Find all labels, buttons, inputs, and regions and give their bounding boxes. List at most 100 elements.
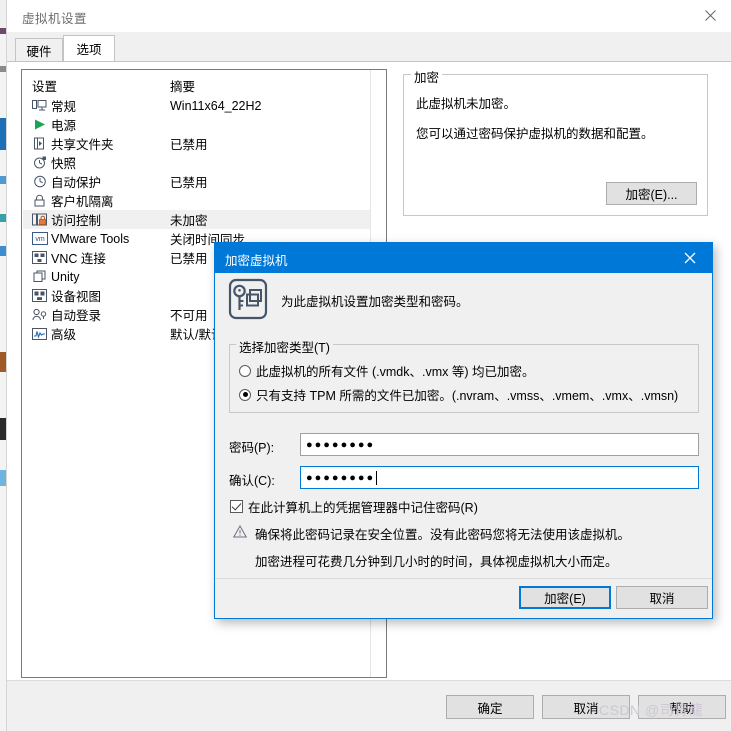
encryption-group-box: 加密 此虚拟机未加密。 您可以通过密码保护虚拟机的数据和配置。 加密(E)... [403,67,708,216]
settings-row-label: VMware Tools [51,231,130,246]
encrypt-button[interactable]: 加密(E)... [606,182,697,205]
radio-option-all-files[interactable]: 此虚拟机的所有文件 (.vmdk、.vmx 等) 均已加密。 [239,361,534,380]
warning-text-line1: 确保将此密码记录在安全位置。没有此密码您将无法使用该虚拟机。 [255,528,631,542]
tab-options[interactable]: 选项 [63,35,115,62]
key-vm-glyph [228,278,268,320]
settings-row-7[interactable]: 访问控制 未加密 [23,210,385,229]
cancel-button-label: 取消 [573,701,599,716]
settings-row-summary: 已禁用 [170,252,208,266]
confirm-label: 确认(C): [229,474,275,488]
settings-row-label: 自动保护 [51,176,102,190]
dialog-titlebar: 加密虚拟机 [215,243,712,273]
encrypt-vm-dialog: 加密虚拟机 为此虚拟机设置加密类型和密码。 选择加密类型(T) 此虚拟机的所有文… [214,242,713,619]
vnc-icon [31,250,48,265]
window-title: 虚拟机设置 [22,12,88,26]
radio-option-tpm-only-label: 只有支持 TPM 所需的文件已加密。(.nvram、.vmss、.vmem、.v… [256,389,679,403]
dialog-encrypt-button-label: 加密(E) [544,592,586,606]
tab-hardware-label: 硬件 [26,44,52,59]
settings-row-label: 快照 [51,157,77,171]
warning-triangle-icon [232,524,248,538]
dialog-cancel-button[interactable]: 取消 [616,586,708,609]
confirm-password-input[interactable]: ●●●●●●●● [300,466,699,489]
text-caret [376,470,378,485]
radio-icon [239,388,251,401]
dialog-cancel-button-label: 取消 [649,592,675,606]
dialog-title: 加密虚拟机 [225,254,288,268]
password-input[interactable]: ●●●●●●●● [300,433,699,456]
column-header-setting: 设置 [32,80,58,94]
encryption-status-text: 此虚拟机未加密。 [416,97,517,111]
encryption-group-legend: 加密 [411,67,443,86]
help-button[interactable]: 帮助 [638,695,726,719]
settings-row-summary: Win11x64_22H2 [170,98,262,113]
ok-button[interactable]: 确定 [446,695,534,719]
help-button-label: 帮助 [669,701,695,716]
shared-folder-icon [31,136,48,151]
settings-row-label: Unity [51,269,80,284]
dialog-header: 为此虚拟机设置加密类型和密码。 [215,273,712,328]
settings-row-6[interactable]: 客户机隔离 [23,191,385,210]
radio-icon [239,364,251,377]
dialog-encrypt-button[interactable]: 加密(E) [519,586,611,609]
settings-row-label: 共享文件夹 [51,138,114,152]
radio-option-all-files-label: 此虚拟机的所有文件 (.vmdk、.vmx 等) 均已加密。 [256,365,535,379]
checkbox-icon [230,500,243,513]
settings-row-summary: 已禁用 [170,176,208,190]
confirm-input-value: ●●●●●●●● [306,471,376,484]
remember-password-checkbox[interactable]: 在此计算机上的凭据管理器中记住密码(R) [230,497,478,516]
settings-row-label: 设备视图 [51,290,102,304]
warning-triangle-glyph [232,524,248,538]
tab-hardware[interactable]: 硬件 [15,38,63,62]
settings-row-label: VNC 连接 [51,252,106,266]
close-icon[interactable] [690,0,731,31]
settings-row-1[interactable]: 常规 Win11x64_22H2 [23,96,385,115]
settings-row-summary: 已禁用 [170,138,208,152]
close-glyph [705,10,716,21]
password-label: 密码(P): [229,441,275,455]
settings-row-label: 客户机隔离 [51,195,114,209]
close-icon[interactable] [668,243,712,273]
autoprotect-icon [31,174,48,189]
ok-button-label: 确定 [477,701,503,716]
snapshot-icon [31,155,48,170]
settings-row-summary: 未加密 [170,214,208,228]
settings-row-summary: 不可用 [170,309,208,323]
settings-row-label: 访问控制 [51,214,102,228]
device-view-icon [31,288,48,303]
svg-text:vm: vm [35,236,45,243]
window-titlebar: 虚拟机设置 [7,0,731,31]
settings-row-2[interactable]: 电源 [23,115,385,134]
settings-row-4[interactable]: 快照 [23,153,385,172]
vmware-tools-icon: vm [31,231,48,246]
tab-strip: 硬件 选项 [7,32,731,62]
monitor-icon [31,98,48,113]
dialog-footer-separator [215,578,712,579]
dialog-header-text: 为此虚拟机设置加密类型和密码。 [281,295,469,309]
encryption-type-group-box: 选择加密类型(T) 此虚拟机的所有文件 (.vmdk、.vmx 等) 均已加密。… [229,337,699,413]
autologon-icon [31,307,48,322]
remember-password-label: 在此计算机上的凭据管理器中记住密码(R) [248,501,478,515]
settings-row-label: 高级 [51,328,77,342]
close-glyph [684,252,696,264]
settings-row-label: 自动登录 [51,309,102,323]
cancel-button[interactable]: 取消 [542,695,630,719]
encryption-description-text: 您可以通过密码保护虚拟机的数据和配置。 [416,127,654,141]
window-footer: 确定 取消 帮助 [7,680,731,731]
settings-row-label: 电源 [51,119,77,133]
password-input-value: ●●●●●●●● [306,438,376,451]
unity-icon [31,269,48,284]
advanced-icon [31,326,48,341]
encrypt-button-label: 加密(E)... [625,188,678,202]
radio-option-tpm-only[interactable]: 只有支持 TPM 所需的文件已加密。(.nvram、.vmss、.vmem、.v… [239,385,678,404]
column-header-summary: 摘要 [170,80,196,94]
lock-icon [31,193,48,208]
key-vm-icon [225,276,271,322]
settings-row-5[interactable]: 自动保护 已禁用 [23,172,385,191]
play-icon [31,117,48,132]
access-control-icon [31,212,48,227]
encryption-type-legend: 选择加密类型(T) [236,337,333,356]
tab-options-label: 选项 [76,43,102,57]
settings-row-label: 常规 [51,100,77,114]
warning-text-line2: 加密进程可花费几分钟到几小时的时间，具体视虚拟机大小而定。 [255,555,618,569]
settings-row-3[interactable]: 共享文件夹 已禁用 [23,134,385,153]
